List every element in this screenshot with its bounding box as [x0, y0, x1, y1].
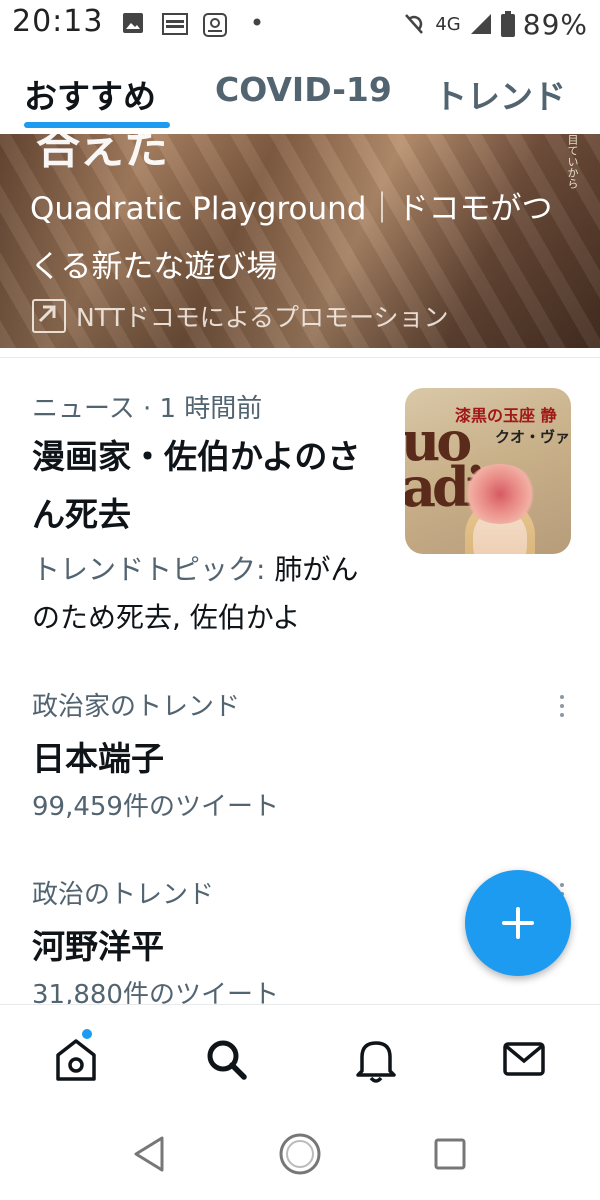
nav-messages-button[interactable]	[496, 1031, 552, 1087]
system-navigation	[0, 1110, 600, 1200]
compose-tweet-button[interactable]	[465, 870, 571, 976]
network-label: 4G	[435, 13, 461, 35]
image-icon	[123, 13, 143, 33]
thumb-rose	[463, 464, 537, 524]
news-description: トレンドトピック: 肺がんのため死去, 佐伯かよ	[32, 546, 377, 642]
mail-icon	[503, 1042, 545, 1076]
trend-category: 政治家のトレンド	[32, 692, 241, 722]
notification-dot	[82, 1029, 92, 1039]
news-desc-topic: 肺がん	[274, 553, 359, 586]
news-meta: ニュース · 1 時間前	[32, 394, 263, 424]
signal-icon	[470, 14, 491, 34]
more-options-icon[interactable]	[556, 693, 568, 723]
home-circle-icon[interactable]	[278, 1132, 322, 1176]
search-icon	[207, 1040, 247, 1080]
nav-notifications-button[interactable]	[348, 1031, 404, 1087]
news-headline: 漫画家・佐伯かよのさん死去	[32, 437, 361, 534]
au-pay-icon	[203, 13, 227, 37]
trend-name: 日本端子	[32, 739, 164, 778]
dot-icon	[253, 18, 261, 26]
news-thumbnail[interactable]: uo adis 漆黒の玉座 静 クオ・ヴァ	[405, 388, 571, 554]
battery-icon	[500, 11, 515, 37]
status-time: 20:13	[12, 4, 104, 39]
bell-icon	[356, 1041, 396, 1083]
active-tab-indicator	[24, 122, 170, 128]
personal-screen-icon	[162, 13, 188, 35]
tab-trends[interactable]: トレンド	[434, 70, 566, 118]
explore-tabs: おすすめ COVID-19 トレンド	[0, 56, 600, 134]
status-right: 4G 89%	[401, 4, 588, 44]
banner-heading-partial: 合えた	[36, 134, 168, 174]
bottom-navigation	[0, 1004, 600, 1111]
recents-icon[interactable]	[428, 1132, 472, 1176]
promotion-text: NTTドコモによるプロモーション	[76, 303, 449, 332]
tab-recommended[interactable]: おすすめ	[24, 70, 156, 118]
trend-name: 河野洋平	[32, 927, 164, 966]
back-icon[interactable]	[128, 1132, 172, 1176]
promotion-label: NTTドコモによるプロモーション	[32, 296, 449, 336]
banner-title: Quadratic Playground｜ドコモがつくる新たな遊び場	[30, 191, 553, 285]
trend-category: 政治のトレンド	[32, 880, 215, 910]
nav-search-button[interactable]	[198, 1031, 254, 1087]
trend-count: 99,459件のツイート	[32, 792, 279, 822]
tab-covid-19[interactable]: COVID-19	[215, 70, 392, 109]
nfc-icon	[405, 14, 424, 34]
promoted-banner[interactable]: 合えた 目ていから Quadratic Playground｜ドコモがつくる新た…	[0, 134, 600, 348]
thumb-title: 漆黒の玉座 静	[455, 406, 557, 425]
nav-home-button[interactable]	[48, 1029, 104, 1087]
section-divider	[0, 357, 600, 358]
thumb-subtitle: クオ・ヴァ	[495, 428, 571, 446]
battery-percent: 89%	[522, 7, 588, 41]
status-bar: 20:13 4G 89%	[0, 0, 600, 48]
news-desc-label: トレンドトピック:	[32, 553, 275, 586]
news-desc-text: のため死去, 佐伯かよ	[32, 601, 301, 634]
promoted-arrow-icon	[32, 299, 66, 333]
home-icon	[56, 1039, 96, 1081]
